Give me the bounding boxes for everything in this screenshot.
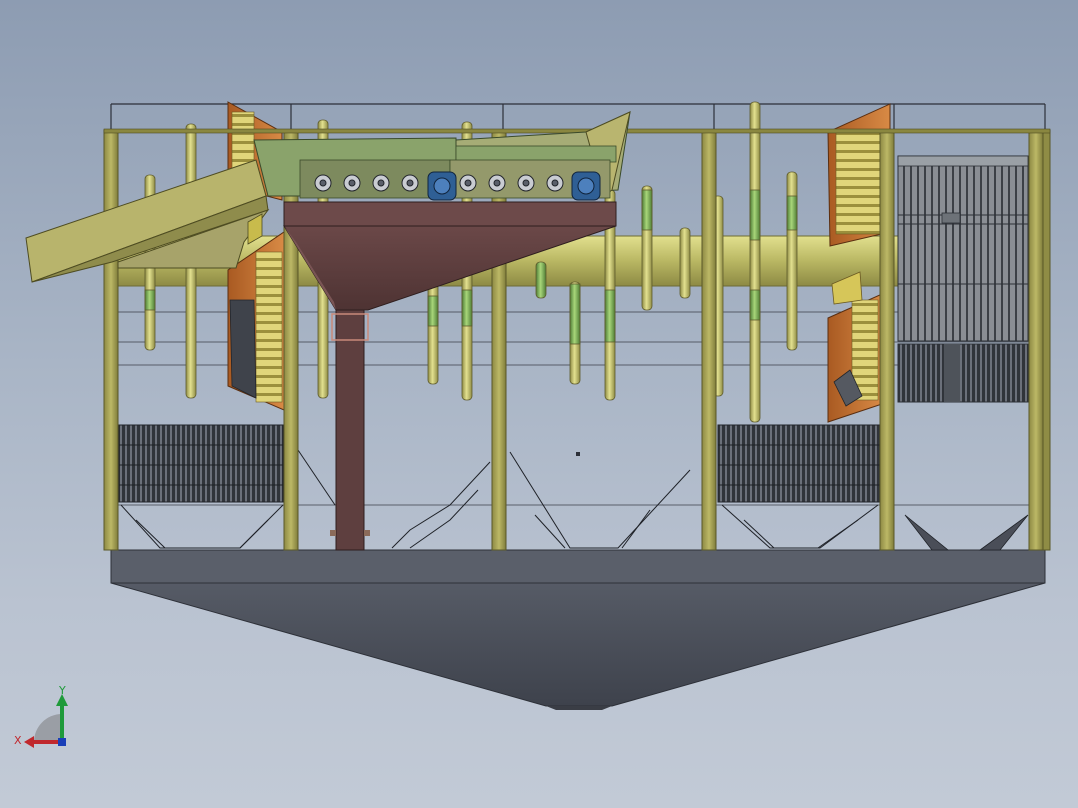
lower-slat-bank-left: [118, 424, 284, 503]
settling-hopper-right-filled: [904, 514, 1029, 551]
support-column: [330, 309, 370, 551]
z-axis-marker: [58, 738, 66, 746]
view-orientation-quadrant: [34, 714, 62, 742]
reference-point: [576, 452, 580, 456]
coordinate-triad: Y X: [14, 684, 68, 748]
louver-screen-right-lower: [827, 271, 883, 423]
cad-graphics-viewport[interactable]: [0, 0, 1078, 808]
grille-cabinet-right: [897, 155, 1029, 403]
lower-tank: [110, 549, 1046, 710]
x-axis-label: X: [14, 734, 22, 747]
y-axis-label: Y: [58, 684, 66, 697]
lower-slat-bank-right: [717, 424, 881, 503]
